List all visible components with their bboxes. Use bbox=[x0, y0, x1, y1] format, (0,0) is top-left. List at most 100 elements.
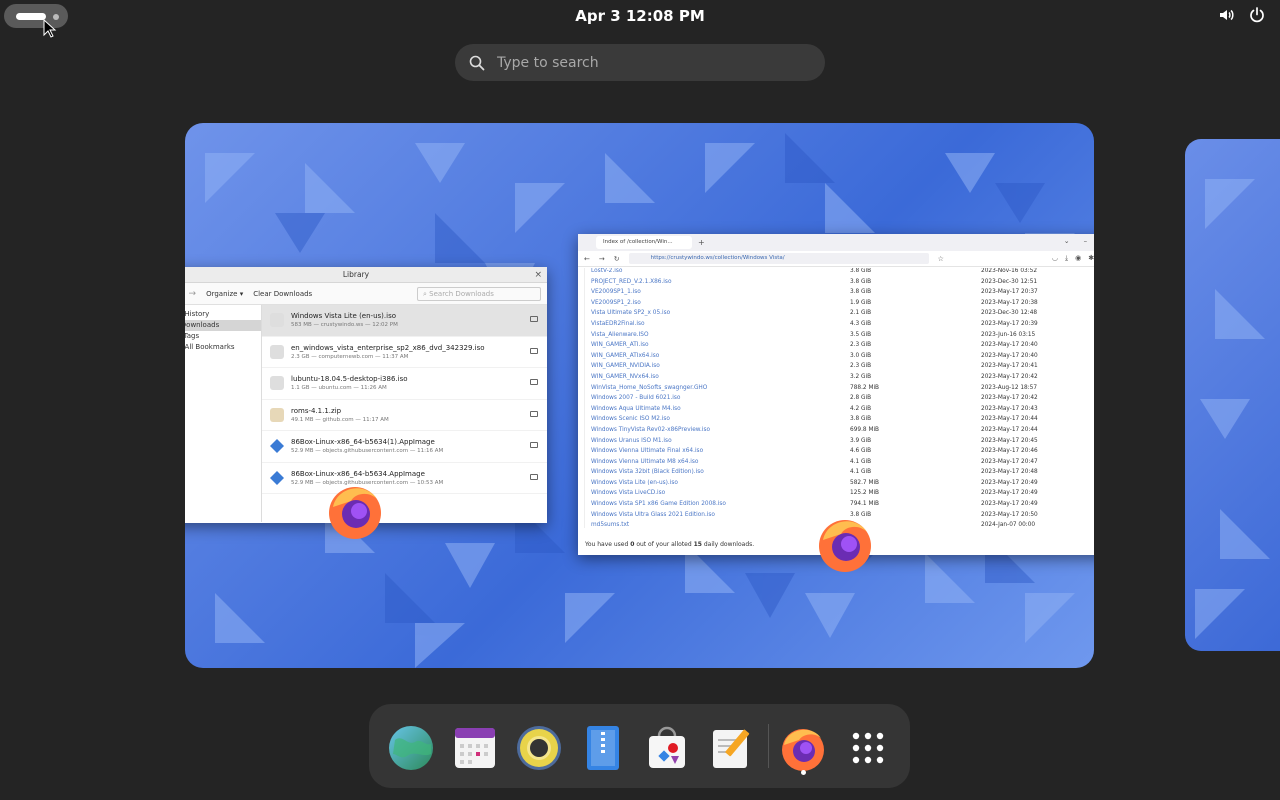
app-grid-icon[interactable] bbox=[844, 724, 892, 772]
volume-icon[interactable] bbox=[1218, 6, 1236, 24]
sidebar-item-history[interactable]: › ◷ History bbox=[185, 309, 261, 320]
file-link[interactable]: Windows Vista LiveCD.iso bbox=[591, 490, 665, 496]
file-link[interactable]: PROJECT_RED_V.2.1.X86.iso bbox=[591, 279, 672, 285]
file-size: 3.8 GiB bbox=[850, 278, 872, 285]
download-item[interactable]: roms-4.1.1.zip 49.1 MB — github.com — 11:… bbox=[262, 400, 547, 431]
file-link[interactable]: VistaEDR2Final.iso bbox=[591, 321, 645, 327]
text-files-icon[interactable] bbox=[579, 724, 627, 772]
new-tab-icon[interactable]: + bbox=[698, 238, 705, 247]
file-link[interactable]: Windows Vista Ultra Glass 2021 Edition.i… bbox=[591, 512, 715, 518]
file-size: 3.5 GiB bbox=[850, 331, 872, 338]
download-item[interactable]: lubuntu-18.04.5-desktop-i386.iso 1.1 GB —… bbox=[262, 368, 547, 400]
file-date: 2023-May-17 20:42 bbox=[981, 373, 1038, 380]
file-row: VistaEDR2Final.iso 4.3 GiB 2023-May-17 20:… bbox=[585, 321, 1094, 332]
workspace-thumbnail-next[interactable] bbox=[1185, 139, 1280, 651]
clock[interactable]: Apr 3 12:08 PM bbox=[0, 7, 1280, 25]
folder-icon[interactable] bbox=[530, 410, 538, 417]
file-link[interactable]: VE2009SP1_2.iso bbox=[591, 300, 641, 306]
file-link[interactable]: VE2009SP1_1.iso bbox=[591, 289, 641, 295]
file-link[interactable]: Windows Vista Lite (en-us).iso bbox=[591, 480, 678, 486]
firefox-window[interactable]: Index of /collection/Win... + ⌄ – × ← → … bbox=[578, 234, 1094, 555]
file-link[interactable]: Vista_Alienware.ISO bbox=[591, 332, 649, 338]
calendar-icon[interactable] bbox=[451, 724, 499, 772]
download-item[interactable]: en_windows_vista_enterprise_sp2_x86_dvd_… bbox=[262, 337, 547, 368]
file-link[interactable]: WIN_GAMER_ATI.iso bbox=[591, 342, 649, 348]
file-link[interactable]: WinVista_Home_NoSofts_swagnger.GHO bbox=[591, 385, 707, 391]
file-link[interactable]: Windows TinyVista Rev02-x86Preview.iso bbox=[591, 427, 710, 433]
download-item[interactable]: 86Box-Linux-x86_64-b5634.AppImage 52.9 MB… bbox=[262, 463, 547, 494]
top-bar: Apr 3 12:08 PM bbox=[0, 0, 1280, 32]
folder-icon[interactable] bbox=[530, 379, 538, 385]
rhythmbox-icon[interactable] bbox=[515, 724, 563, 772]
sidebar-item-downloads[interactable]: ⤓ Downloads bbox=[185, 320, 261, 331]
file-row: WIN_GAMER_NVIDIA.iso 2.3 GiB 2023-May-17 2… bbox=[585, 363, 1094, 374]
file-link[interactable]: WIN_GAMER_ATIx64.iso bbox=[591, 353, 659, 359]
sidebar-item-tags[interactable]: › ⬗ Tags bbox=[185, 331, 261, 342]
overview-search[interactable] bbox=[455, 44, 825, 81]
pocket-icon[interactable]: ◡ bbox=[1052, 254, 1058, 263]
url-bar[interactable]: https://crustywindo.ws/collection/Window… bbox=[628, 253, 929, 264]
account-icon[interactable]: ◉ bbox=[1075, 254, 1081, 263]
file-size: 3.8 GiB bbox=[850, 289, 872, 296]
file-link[interactable]: LostV-2.iso bbox=[591, 268, 622, 274]
file-link[interactable]: Windows Vienna Ultimate M8 x64.iso bbox=[591, 459, 698, 465]
reload-icon[interactable]: ↻ bbox=[614, 255, 620, 263]
file-size: 4.1 GiB bbox=[850, 469, 872, 476]
running-indicator bbox=[801, 770, 806, 775]
software-center-icon[interactable] bbox=[643, 724, 691, 772]
dock-separator bbox=[768, 724, 769, 768]
library-toolbar: ← → Organize ▾ Clear Downloads ⌕ Search … bbox=[185, 283, 547, 305]
folder-icon[interactable] bbox=[530, 473, 538, 480]
extensions-icon[interactable]: ✱ bbox=[1088, 254, 1094, 263]
workspace-thumbnail[interactable]: Library × ← → Organize ▾ Clear Downloads… bbox=[185, 123, 1094, 668]
bookmark-star-icon[interactable]: ☆ bbox=[938, 255, 944, 263]
folder-icon[interactable] bbox=[530, 316, 538, 322]
file-link[interactable]: Windows Uranus ISO M1.iso bbox=[591, 438, 672, 444]
file-size: 699.8 MiB bbox=[850, 426, 880, 433]
organize-button[interactable]: Organize ▾ bbox=[206, 290, 243, 298]
downloads-icon[interactable]: ⤓ bbox=[1065, 254, 1068, 263]
file-link[interactable]: Windows Vista 32bit (Black Edition).iso bbox=[591, 469, 704, 475]
file-link[interactable]: md5sums.txt bbox=[591, 522, 629, 528]
file-size: 2.3 GiB bbox=[850, 342, 872, 349]
minimize-icon[interactable]: – bbox=[1084, 237, 1088, 245]
file-date: 2023-May-17 20:40 bbox=[981, 342, 1038, 349]
file-date: 2023-May-17 20:41 bbox=[981, 363, 1038, 370]
appimage-icon bbox=[270, 439, 284, 454]
sidebar-item-all-bookmarks[interactable]: › ★ All Bookmarks bbox=[185, 342, 261, 353]
disc-image-icon bbox=[270, 313, 284, 328]
file-link[interactable]: Windows Vienna Ultimate Final x64.iso bbox=[591, 448, 703, 454]
library-titlebar[interactable]: Library × bbox=[185, 267, 547, 283]
power-icon[interactable] bbox=[1248, 6, 1266, 24]
download-item[interactable]: Windows Vista Lite (en-us).iso 583 MB — c… bbox=[262, 305, 547, 337]
back-arrow-icon[interactable]: ← bbox=[584, 255, 590, 263]
system-tray[interactable] bbox=[1218, 6, 1266, 24]
download-item[interactable]: 86Box-Linux-x86_64-b5634(1).AppImage 52.9… bbox=[262, 431, 547, 463]
folder-icon[interactable] bbox=[530, 347, 538, 354]
close-icon[interactable]: × bbox=[534, 267, 542, 283]
chevron-down-icon[interactable]: ⌄ bbox=[1064, 237, 1070, 245]
text-editor-icon[interactable] bbox=[707, 724, 755, 772]
file-size: 4.6 GiB bbox=[850, 448, 872, 455]
folder-icon[interactable] bbox=[530, 442, 538, 448]
file-link[interactable]: WIN_GAMER_NVx64.iso bbox=[591, 374, 659, 380]
file-date: 2023-May-17 20:38 bbox=[981, 299, 1038, 306]
file-date: 2023-Aug-12 18:57 bbox=[981, 384, 1038, 391]
clear-downloads-button[interactable]: Clear Downloads bbox=[253, 290, 312, 298]
file-link[interactable]: Windows Scenic ISO M2.iso bbox=[591, 416, 670, 422]
forward-arrow-icon[interactable]: → bbox=[599, 255, 605, 263]
file-link[interactable]: Windows Vista SP1 x86 Game Edition 2008.… bbox=[591, 501, 726, 507]
tab-bar: Index of /collection/Win... + ⌄ – × bbox=[578, 234, 1094, 251]
forward-arrow-icon[interactable]: → bbox=[189, 289, 197, 299]
file-link[interactable]: Windows Aqua Ultimate M4.iso bbox=[591, 406, 681, 412]
browser-tab[interactable]: Index of /collection/Win... bbox=[596, 236, 692, 249]
downloads-search-input[interactable]: ⌕ Search Downloads bbox=[417, 286, 541, 301]
firefox-icon[interactable] bbox=[779, 724, 827, 772]
file-link[interactable]: Windows 2007 - Build 6021.iso bbox=[591, 395, 680, 401]
file-link[interactable]: WIN_GAMER_NVIDIA.iso bbox=[591, 363, 660, 369]
file-date: 2023-Dec-30 12:48 bbox=[981, 310, 1038, 317]
web-browser-icon[interactable] bbox=[387, 724, 435, 772]
file-link[interactable]: Vista Ultimate SP2_x 05.iso bbox=[591, 310, 670, 316]
search-input[interactable] bbox=[497, 54, 797, 71]
file-date: 2023-May-17 20:48 bbox=[981, 469, 1038, 476]
